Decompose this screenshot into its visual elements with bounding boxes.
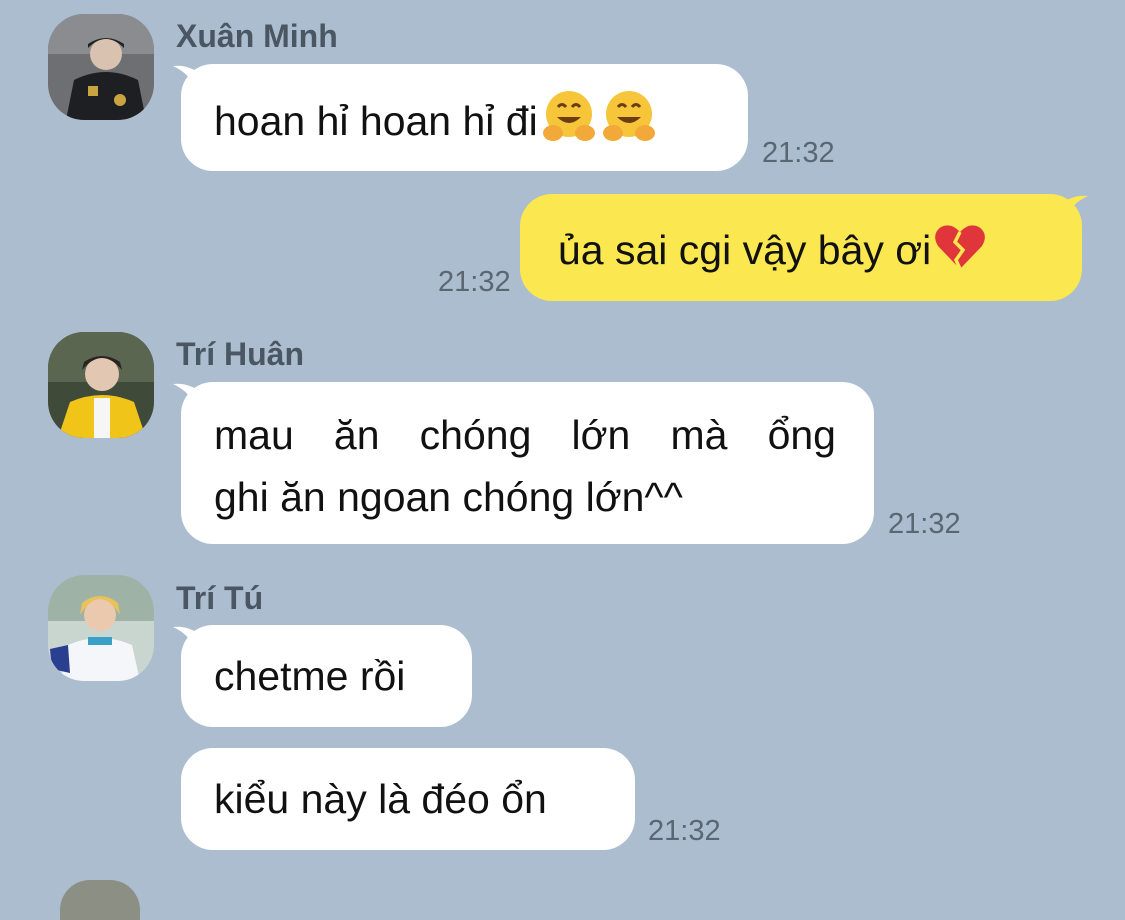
message-text: ủa sai cgi vậy bây ơi: [558, 219, 1082, 289]
message-bubble[interactable]: kiểu này là đéo ổn: [181, 748, 635, 850]
avatar[interactable]: [48, 14, 154, 120]
message-text-line: ghi ăn ngoan chóng lớn^^: [214, 474, 683, 520]
message-bubble[interactable]: hoan hỉ hoan hỉ đi: [173, 64, 748, 171]
message-text-line: mau ăn chóng lớn mà ổng: [214, 404, 836, 466]
message-timestamp: 21:32: [888, 508, 961, 540]
message-text: hoan hỉ hoan hỉ đi: [214, 89, 748, 160]
message-word: mau: [214, 412, 294, 458]
broken-heart-icon: [933, 222, 987, 289]
message-timestamp: 21:32: [762, 137, 835, 169]
sender-name: Trí Tú: [176, 580, 264, 616]
sender-name: Trí Huân: [176, 336, 305, 372]
message-word: chóng: [419, 412, 532, 458]
avatar[interactable]: [48, 575, 154, 681]
message-word: ổng: [767, 412, 836, 458]
message-word: ăn: [333, 412, 380, 458]
avatar[interactable]: [60, 880, 140, 920]
sender-name: Xuân Minh: [176, 18, 338, 54]
message-word: mà: [670, 412, 728, 458]
bubble-tail-icon: [1058, 195, 1088, 224]
message-bubble-outgoing[interactable]: ủa sai cgi vậy bây ơi: [520, 194, 1088, 301]
bubble-tail-icon: [173, 65, 203, 94]
message-bubble[interactable]: mau ăn chóng lớn mà ổng ghi ăn ngoan chó…: [173, 382, 874, 544]
message-timestamp: 21:32: [438, 266, 511, 298]
hugging-face-icon: [600, 89, 658, 160]
bubble-tail-icon: [173, 626, 203, 655]
avatar-photo-icon: [48, 332, 154, 438]
message-text: kiểu này là đéo ổn: [214, 776, 547, 822]
bubble-tail-icon: [173, 383, 203, 412]
message-bubble[interactable]: chetme rồi: [173, 625, 472, 727]
message-text: chetme rồi: [214, 653, 406, 699]
avatar-photo-icon: [48, 14, 154, 120]
avatar-photo-icon: [48, 575, 154, 681]
avatar[interactable]: [48, 332, 154, 438]
message-timestamp: 21:32: [648, 815, 721, 847]
message-word: lớn: [571, 412, 631, 458]
hugging-face-icon: [540, 89, 598, 160]
